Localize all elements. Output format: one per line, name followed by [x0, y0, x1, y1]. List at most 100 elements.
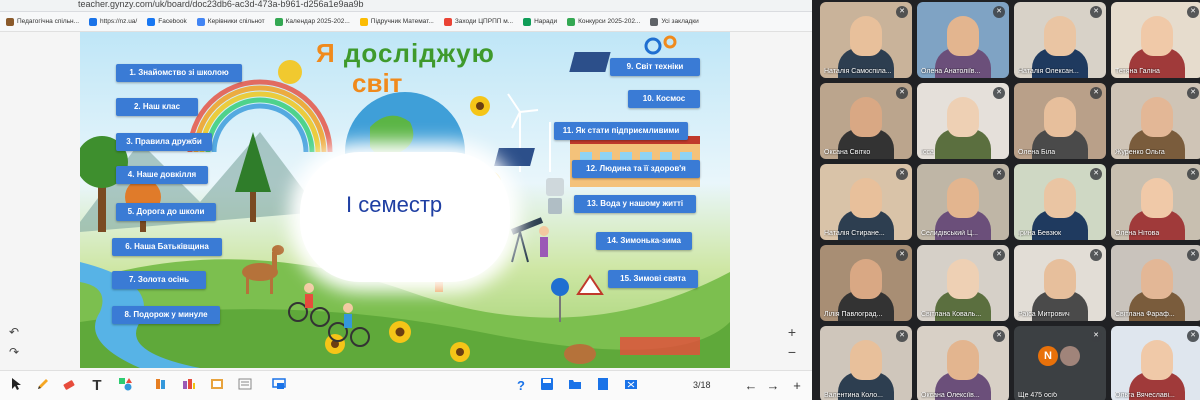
participant-tile[interactable]: ✕ Світлана Коваль... — [917, 245, 1009, 321]
text-icon[interactable]: T — [88, 377, 106, 395]
save-icon[interactable] — [538, 377, 556, 395]
bookmark-item[interactable]: Педагогічна спільн... — [6, 17, 80, 26]
participant-face — [850, 340, 882, 380]
prev-icon[interactable]: ← — [742, 377, 760, 395]
bookmark-label: Педагогічна спільн... — [17, 18, 80, 25]
redo-icon[interactable]: ↷ — [6, 344, 22, 360]
mic-muted-icon: ✕ — [1090, 6, 1102, 18]
widgets-icon[interactable] — [180, 377, 198, 395]
topic-button-3[interactable]: 3. Правила дружби — [116, 133, 212, 151]
participant-tile[interactable]: ✕ Оксана Світко — [820, 83, 912, 159]
participant-name: Олена Нітова — [1115, 230, 1160, 237]
mic-muted-icon: ✕ — [896, 249, 908, 261]
participant-face — [1141, 16, 1173, 56]
list-icon[interactable] — [236, 377, 254, 395]
bookmark-item[interactable]: Усі закладки — [650, 17, 699, 26]
pointer-icon[interactable] — [8, 377, 26, 395]
bookmark-icon — [650, 17, 659, 26]
participant-tile[interactable]: ✕ Селидівський Ц... — [917, 164, 1009, 240]
next-icon[interactable]: → — [764, 377, 782, 395]
participant-tile[interactable]: ✕ Раїса Митрович — [1014, 245, 1106, 321]
topic-button-11[interactable]: 11. Як стати підприємливими — [554, 122, 688, 140]
library-icon[interactable] — [152, 377, 170, 395]
folder-icon[interactable] — [566, 377, 584, 395]
participant-tile[interactable]: ✕ Оксана Олексіїв... — [917, 326, 1009, 400]
participant-face — [947, 259, 979, 299]
participant-name: Оксана Світко — [824, 149, 871, 156]
topic-button-15[interactable]: 15. Зимові свята — [608, 270, 698, 288]
file-icon[interactable] — [594, 377, 612, 395]
pen-icon[interactable] — [34, 377, 52, 395]
participant-face — [1141, 340, 1173, 380]
lesson-slide: Я досліджую світ І семестр 1. Знайомство… — [80, 32, 730, 368]
eraser-icon[interactable] — [60, 377, 78, 395]
mic-muted-icon: ✕ — [1090, 330, 1102, 342]
bookmark-item[interactable]: Конкурси 2025-202... — [567, 17, 641, 26]
screen-share-icon[interactable] — [270, 377, 288, 395]
topic-button-6[interactable]: 6. Наша Батьківщина — [112, 238, 222, 256]
participant-tile[interactable]: ✕ Олена Анатоліїв... — [917, 2, 1009, 78]
zoom-out-button[interactable]: − — [784, 344, 800, 360]
topic-button-5[interactable]: 5. Дорога до школи — [116, 203, 216, 221]
participant-face — [1044, 259, 1076, 299]
participant-tile[interactable]: ✕ Олена Біла — [1014, 83, 1106, 159]
participant-tile[interactable]: N ✕ Ще 475 осіб — [1014, 326, 1106, 400]
participant-name: Ісса — [921, 149, 934, 156]
address-bar[interactable]: teacher.gynzy.com/uk/board/doc23db6-ac3d… — [0, 0, 812, 12]
bookmark-item[interactable]: Підручник Математ... — [359, 17, 434, 26]
participant-name: Валентина Коло... — [824, 392, 883, 399]
image-icon[interactable] — [208, 377, 226, 395]
topic-button-1[interactable]: 1. Знайомство зі школою — [116, 64, 242, 82]
participant-avatar-photo — [1060, 346, 1080, 366]
bookmark-label: Календар 2025-202... — [285, 18, 350, 25]
bookmark-item[interactable]: Facebook — [147, 17, 187, 26]
bookmark-item[interactable]: Керівники спільнот — [196, 17, 265, 26]
add-icon[interactable]: + — [788, 377, 806, 395]
shapes-icon[interactable] — [116, 377, 134, 395]
topic-button-13[interactable]: 13. Вода у нашому житті — [574, 195, 696, 213]
participant-tile[interactable]: ✕ Лілія Павлоград... — [820, 245, 912, 321]
zoom-in-button[interactable]: + — [784, 324, 800, 340]
whiteboard-canvas[interactable]: ↶ ↷ + − Я досліджую світ І семестр 1. Зн… — [0, 32, 812, 370]
mic-muted-icon: ✕ — [1090, 168, 1102, 180]
help-icon[interactable]: ? — [512, 377, 530, 395]
participant-name: Олена Біла — [1018, 149, 1056, 156]
mic-muted-icon: ✕ — [993, 249, 1005, 261]
participant-face — [947, 16, 979, 56]
participant-tile[interactable]: ✕ Ірина Бевзюк — [1014, 164, 1106, 240]
undo-icon[interactable]: ↶ — [6, 324, 22, 340]
topic-button-8[interactable]: 8. Подорож у минуле — [112, 306, 220, 324]
participant-face — [947, 97, 979, 137]
bookmark-icon — [147, 17, 156, 26]
participant-tile[interactable]: ✕ Валентина Коло... — [820, 326, 912, 400]
topic-button-2[interactable]: 2. Наш клас — [116, 98, 198, 116]
topic-button-10[interactable]: 10. Космос — [628, 90, 700, 108]
participant-tile[interactable]: ✕ Світлана Фараф... — [1111, 245, 1200, 321]
topic-button-7[interactable]: 7. Золота осінь — [112, 271, 206, 289]
participant-face — [850, 97, 882, 137]
bookmark-item[interactable]: Заходи ЦПРПП м... — [443, 17, 514, 26]
clear-icon[interactable] — [622, 377, 640, 395]
topic-button-14[interactable]: 14. Зимонька-зима — [596, 232, 692, 250]
participant-tile[interactable]: ✕ Наталія Олексан... — [1014, 2, 1106, 78]
participant-avatar: N — [1038, 346, 1058, 366]
topic-button-12[interactable]: 12. Людина та її здоров'я — [572, 160, 700, 178]
participant-tile[interactable]: ✕ Тетяна Галіна — [1111, 2, 1200, 78]
url-text[interactable]: teacher.gynzy.com/uk/board/doc23db6-ac3d… — [78, 0, 364, 9]
bookmark-item[interactable]: https://nz.ua/ — [89, 17, 137, 26]
bookmark-label: Конкурси 2025-202... — [578, 18, 641, 25]
topic-button-9[interactable]: 9. Світ техніки — [610, 58, 700, 76]
bookmark-item[interactable]: Наради — [523, 17, 557, 26]
participant-tile[interactable]: ✕ Ісса — [917, 83, 1009, 159]
bookmark-item[interactable]: Календар 2025-202... — [274, 17, 350, 26]
participant-name: Ольга Вячеславі... — [1115, 392, 1175, 399]
bookmark-label: Заходи ЦПРПП м... — [454, 18, 514, 25]
participant-tile[interactable]: ✕ Наталія Стиране... — [820, 164, 912, 240]
topic-button-4[interactable]: 4. Наше довкілля — [116, 166, 208, 184]
participant-tile[interactable]: ✕ Наталія Самоспіла... — [820, 2, 912, 78]
participant-tile[interactable]: ✕ Ольга Вячеславі... — [1111, 326, 1200, 400]
participant-name: Журенко Ольга — [1115, 149, 1165, 156]
participant-tile[interactable]: ✕ Олена Нітова — [1111, 164, 1200, 240]
participant-tile[interactable]: ✕ Журенко Ольга — [1111, 83, 1200, 159]
semester-label: І семестр — [346, 192, 443, 217]
